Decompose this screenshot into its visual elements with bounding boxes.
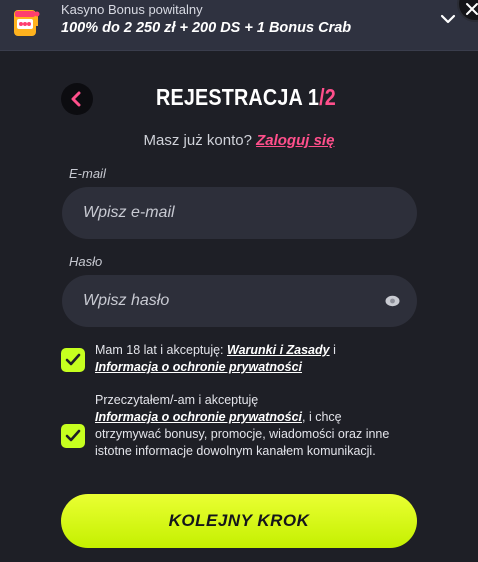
title-step-total: /2 bbox=[319, 84, 336, 110]
password-label: Hasło bbox=[69, 254, 103, 269]
consent-marketing-checkbox[interactable] bbox=[61, 424, 85, 448]
bonus-banner[interactable]: Kasyno Bonus powitalny 100% do 2 250 zł … bbox=[0, 0, 478, 51]
privacy-link-2[interactable]: Informacja o ochronie prywatności bbox=[95, 410, 302, 424]
back-button[interactable] bbox=[61, 83, 93, 115]
consent-terms-checkbox[interactable] bbox=[61, 348, 85, 372]
next-step-button[interactable]: KOLEJNY KROK bbox=[61, 494, 417, 548]
login-prompt: Masz już konto? Zaloguj się bbox=[0, 132, 478, 149]
consent-terms-prefix: Mam 18 lat i akceptuję: bbox=[95, 343, 228, 357]
consent-marketing-text: Przeczytałem/-am i akceptuję Informacja … bbox=[95, 392, 405, 460]
close-icon bbox=[466, 3, 478, 15]
banner-subtitle: Kasyno Bonus powitalny bbox=[61, 2, 203, 17]
consent-terms-text: Mam 18 lat i akceptuję: Warunki i Zasady… bbox=[95, 342, 395, 376]
email-field[interactable] bbox=[62, 187, 417, 239]
login-link[interactable]: Zaloguj się bbox=[256, 132, 334, 149]
banner-offer: 100% do 2 250 zł + 200 DS + 1 Bonus Crab bbox=[61, 20, 352, 36]
privacy-link[interactable]: Informacja o ochronie prywatności bbox=[95, 360, 302, 374]
login-prompt-text: Masz już konto? bbox=[143, 132, 252, 149]
slot-machine-icon bbox=[14, 10, 40, 36]
checkmark-icon bbox=[65, 429, 81, 442]
eye-icon[interactable] bbox=[385, 295, 400, 307]
checkmark-icon bbox=[65, 353, 81, 366]
title-step: REJESTRACJA 1 bbox=[156, 84, 320, 110]
chevron-down-icon[interactable] bbox=[440, 11, 456, 27]
page-title: REJESTRACJA 1/2 bbox=[156, 84, 336, 111]
consent-terms-and: i bbox=[329, 343, 336, 357]
back-arrow-icon bbox=[71, 91, 81, 107]
terms-link[interactable]: Warunki i Zasady bbox=[227, 343, 330, 357]
consent-marketing-prefix: Przeczytałem/-am i akceptuję bbox=[95, 393, 259, 407]
password-field[interactable] bbox=[62, 275, 417, 327]
email-label: E-mail bbox=[69, 166, 106, 181]
